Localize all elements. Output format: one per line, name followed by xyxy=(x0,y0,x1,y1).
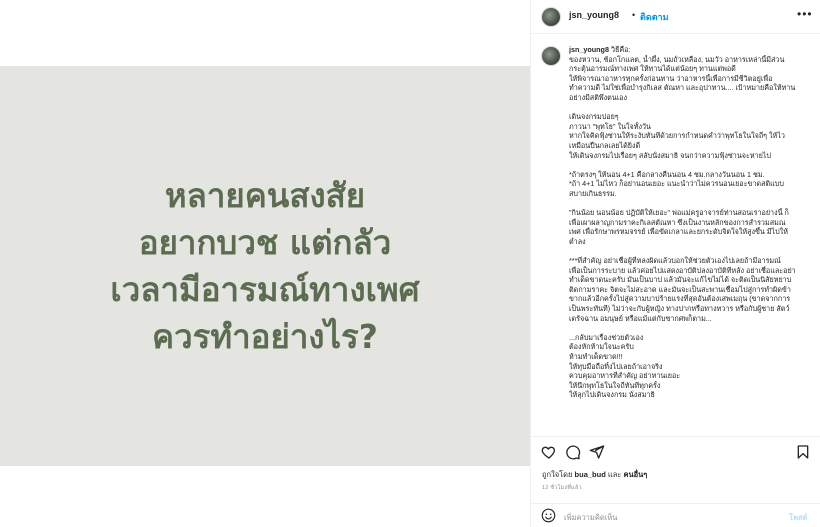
caption-line: *ถ้า 4+1 ไม่ไหว ก็อย่านอนเยอะ แนะนำว่าไม… xyxy=(569,179,784,189)
caption-line: ทำความดี ไม่ใช่เพื่อบำรุงกิเลส ตัณหา และ… xyxy=(569,83,796,93)
headline-line-4: ควรทำอย่างไร? xyxy=(152,317,378,356)
post-comment-button[interactable]: โพสต์ xyxy=(789,512,807,524)
caption-line: ห้ามทำเด็ดขาด!!! xyxy=(569,352,623,361)
likes-user-link[interactable]: bua_bud xyxy=(575,470,606,479)
caption-line: อย่างมีสติพึ่งตนเอง xyxy=(569,92,627,102)
author-username[interactable]: jsn_young8 xyxy=(569,10,619,20)
caption-text: jsn_young8 วิธีคือ: ของหวาน, ช้อกโกแลต, … xyxy=(569,45,811,400)
headline-line-2: อยากบวช แต่กลัว xyxy=(138,223,392,262)
actions-divider xyxy=(531,436,820,437)
caption-line: เพื่อเผาผลาญกามราคะกิเลสตัณหา ซึ่งเป็นงา… xyxy=(569,217,786,227)
caption-line: หากใจคิดฟุ้งซ่านให้ระงับทันทีด้วยการกำหน… xyxy=(569,131,785,141)
caption-line: กระตุ้นอารมณ์ทางเพศ ให้ทานได้แต่น้อยๆ ทา… xyxy=(569,64,736,74)
caption-line: ***ที่สำคัญ อย่าเชื่อผู้ที่หลงผิดแล้วบอก… xyxy=(569,256,781,266)
comment-input[interactable]: เพิ่มความคิดเห็น xyxy=(564,512,617,524)
caption-line: ภาวนา "พุทโธ" ในใจทั้งวัน xyxy=(569,121,651,131)
caption-line: ติดกามราคะ จิตจะไม่สะอาด และมันจะเป็นสะพ… xyxy=(569,284,791,294)
caption-line: เดรัจฉาน อมนุษย์ หรือแม้แต่กับซากศพก็ตาม… xyxy=(569,313,712,323)
post-timestamp[interactable]: 12 ชั่วโมงที่แล้ว xyxy=(542,484,582,492)
caption-intro: วิธีคือ: xyxy=(610,45,631,54)
caption-line: เป็นพระทันที) ไม่ว่าจะกับผู้หญิง ทางปากห… xyxy=(569,304,790,314)
likes-summary: ถูกใจโดย bua_bud และ คนอื่นๆ xyxy=(542,469,647,481)
likes-prefix: ถูกใจโดย xyxy=(542,470,573,479)
caption-username[interactable]: jsn_young8 xyxy=(569,45,609,54)
post-header: jsn_young8 • ติดตาม ••• xyxy=(531,0,820,33)
caption-line: ให้เดินจงกรมไปเรื่อยๆ สลับนั่งสมาธิ จนกว… xyxy=(569,150,771,160)
caption-line: ต้องหักห้ามใจนะครับ xyxy=(569,342,634,352)
likes-others-link[interactable]: คนอื่นๆ xyxy=(623,470,647,479)
author-avatar[interactable] xyxy=(541,7,561,27)
headline-line-1: หลายคนสงสัย xyxy=(164,176,366,215)
comment-divider xyxy=(531,503,820,504)
caption-line: ให้ลุกไปเดินจงกรม นั่งสมาธิ xyxy=(569,390,655,400)
post-image-panel: หลายคนสงสัย อยากบวช แต่กลัว เวลามีอารมณ์… xyxy=(0,66,530,466)
likes-and: และ xyxy=(607,470,622,479)
caption-line: ให้พิจารณาอาหารทุกครั้งก่อนทาน ว่าอาหารน… xyxy=(569,73,773,83)
comment-bar: เพิ่มความคิดเห็น โพสต์ xyxy=(531,505,820,527)
caption-line: ทำเด็ดขาดนะครับ มันเป็นบาป แล้วมันจะแก้ไ… xyxy=(569,275,792,285)
more-options-icon[interactable]: ••• xyxy=(797,7,813,21)
caption-line: ให้นึกพุทโธในใจถี่ทันทีทุกครั้ง xyxy=(569,380,661,390)
caption-line: เดินจงกรมบ่อยๆ xyxy=(569,112,619,122)
smiley-icon[interactable] xyxy=(541,508,556,523)
caption-line: ควบคุมอาหารที่สำคัญ อย่าทานเยอะ xyxy=(569,371,681,381)
caption-line: เพื่อเป็นการระบาย แล้วค่อยไปแสดงอาบัติปล… xyxy=(569,265,796,275)
comment-bubble-icon[interactable] xyxy=(565,444,581,460)
caption-first-line: jsn_young8 วิธีคือ: xyxy=(569,45,811,55)
post-side-panel: jsn_young8 • ติดตาม ••• jsn_young8 วิธีค… xyxy=(531,0,820,527)
post-image[interactable]: หลายคนสงสัย อยากบวช แต่กลัว เวลามีอารมณ์… xyxy=(0,0,530,527)
paper-plane-icon[interactable] xyxy=(589,444,605,460)
bookmark-icon[interactable] xyxy=(795,444,811,460)
caption-line: ...กลับมาเรื่องช่วยตัวเอง xyxy=(569,332,644,342)
separator-dot: • xyxy=(632,10,636,20)
follow-button[interactable]: ติดตาม xyxy=(640,10,669,24)
caption-line: เหมือนปืนกลเลยได้ยิ่งดี xyxy=(569,140,641,150)
caption-area[interactable]: jsn_young8 วิธีคือ: ของหวาน, ช้อกโกแลต, … xyxy=(531,34,820,432)
heart-icon[interactable] xyxy=(541,444,557,460)
action-bar xyxy=(531,438,820,466)
caption-line: ต่ำลง xyxy=(569,236,586,246)
caption-avatar[interactable] xyxy=(541,46,561,66)
headline-line-3: เวลามีอารมณ์ทางเพศ xyxy=(110,270,420,309)
caption-line: "กินน้อย นอนน้อย ปฏิบัติให้เยอะ" พ่อแม่ค… xyxy=(569,208,789,218)
caption-line: เพศ เพื่อรักษาพรหมจรรย์ เพื่อขัดเกลาและย… xyxy=(569,227,788,237)
caption-line: *ถ้าตรงๆ ให้นอน 4+1 คือกลางคืนนอน 4 ชม.ก… xyxy=(569,169,765,179)
caption-line: ของหวาน, ช้อกโกแลต, น้ำผึ้ง, นมถั่วเหลือ… xyxy=(569,54,785,64)
caption-line: ให้ทุบมือถือทิ้งไปเลยถ้าเอาจริง xyxy=(569,361,663,371)
caption-line: ขากแล้วอีกครั้งไปสู่ความบาปร้ายแรงที่สุด… xyxy=(569,294,791,304)
caption-line: สบายเกินธรรม. xyxy=(569,188,617,198)
